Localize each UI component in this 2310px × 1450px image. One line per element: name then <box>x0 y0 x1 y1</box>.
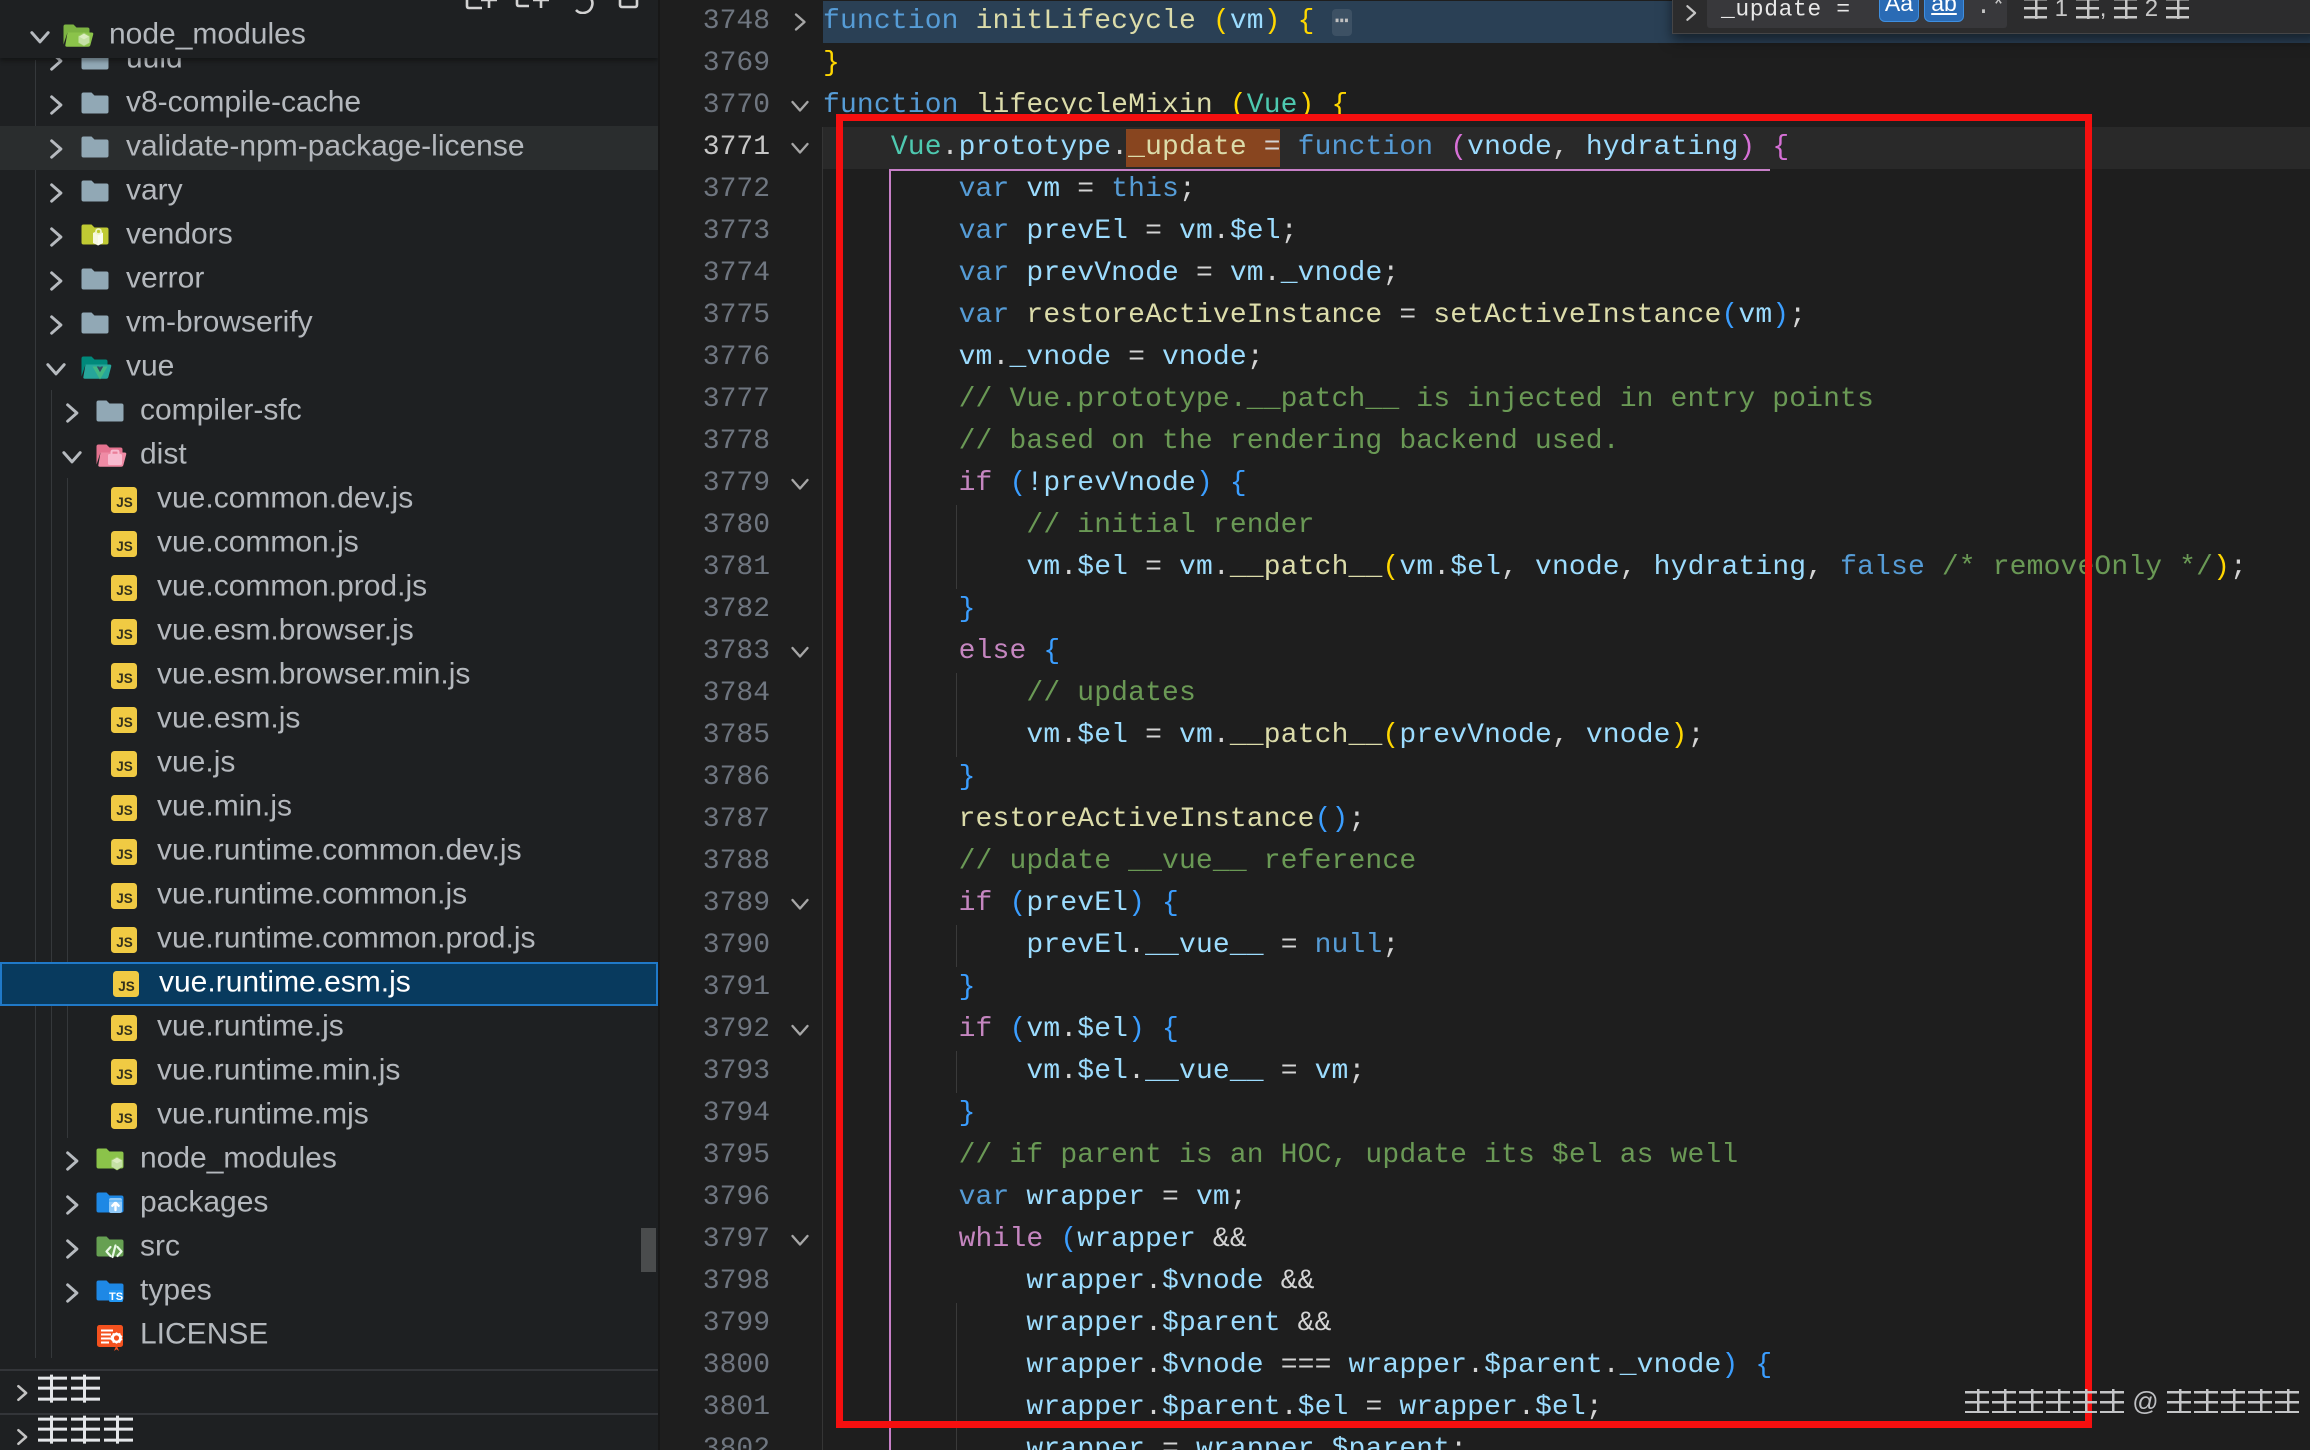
svg-text:JS: JS <box>116 1111 133 1126</box>
svg-text:JS: JS <box>116 539 133 554</box>
svg-text:JS: JS <box>116 1067 133 1082</box>
svg-text:JS: JS <box>116 759 133 774</box>
svg-text:TS: TS <box>109 1291 123 1303</box>
svg-text:JS: JS <box>116 715 133 730</box>
svg-text:JS: JS <box>116 803 133 818</box>
svg-text:JS: JS <box>116 627 133 642</box>
svg-text:JS: JS <box>116 1023 133 1038</box>
svg-text:JS: JS <box>116 583 133 598</box>
svg-text:JS: JS <box>116 671 133 686</box>
svg-text:JS: JS <box>116 495 133 510</box>
svg-text:JS: JS <box>118 979 135 994</box>
svg-text:JS: JS <box>116 847 133 862</box>
svg-text:JS: JS <box>116 891 133 906</box>
svg-text:JS: JS <box>116 935 133 950</box>
